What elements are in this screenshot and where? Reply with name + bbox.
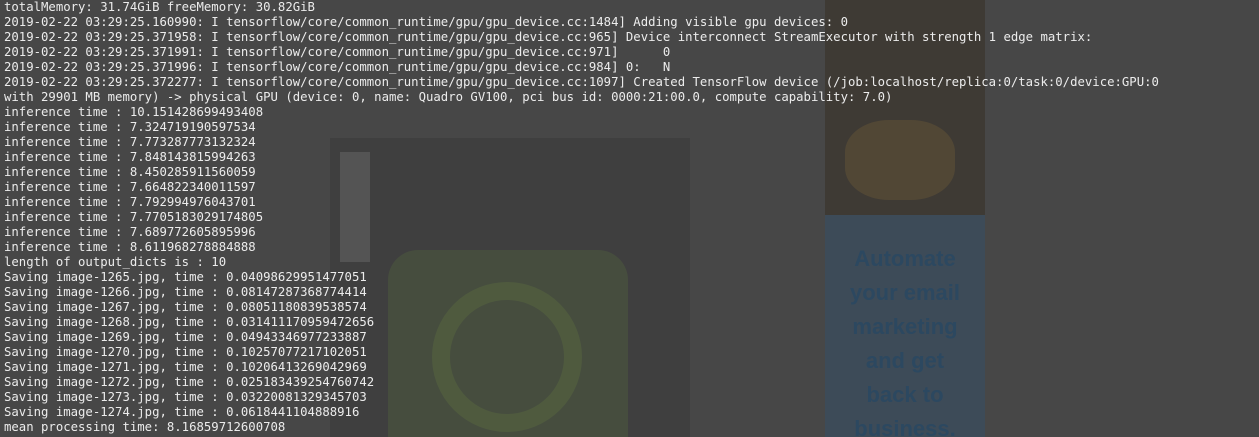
terminal-line: inference time : 7.7705183029174805 <box>4 210 264 224</box>
terminal-line: 2019-02-22 03:29:25.372277: I tensorflow… <box>4 75 1159 89</box>
terminal-line: length of output_dicts is : 10 <box>4 255 227 269</box>
terminal-line: 2019-02-22 03:29:25.371991: I tensorflow… <box>4 45 671 59</box>
terminal-line: Saving image-1271.jpg, time : 0.10206413… <box>4 360 367 374</box>
terminal-line: with 29901 MB memory) -> physical GPU (d… <box>4 90 893 104</box>
terminal-window[interactable]: Automate your email marketing and get ba… <box>0 0 1259 437</box>
terminal-line: inference time : 7.848143815994263 <box>4 150 256 164</box>
terminal-line: Saving image-1270.jpg, time : 0.10257077… <box>4 345 367 359</box>
terminal-line: Saving image-1272.jpg, time : 0.02518343… <box>4 375 375 389</box>
terminal-line: 2019-02-22 03:29:25.160990: I tensorflow… <box>4 15 848 29</box>
terminal-line: Saving image-1265.jpg, time : 0.04098629… <box>4 270 367 284</box>
terminal-line: inference time : 8.611968278884888 <box>4 240 256 254</box>
terminal-line: mean processing time: 8.16859712600708 <box>4 420 286 434</box>
terminal-line: 2019-02-22 03:29:25.371958: I tensorflow… <box>4 30 1093 44</box>
terminal-line: inference time : 7.324719190597534 <box>4 120 256 134</box>
terminal-line: Saving image-1268.jpg, time : 0.03141117… <box>4 315 375 329</box>
terminal-line: inference time : 7.792994976043701 <box>4 195 256 209</box>
terminal-line: inference time : 8.450285911560059 <box>4 165 256 179</box>
terminal-line: inference time : 7.664822340011597 <box>4 180 256 194</box>
terminal-line: Saving image-1274.jpg, time : 0.06184411… <box>4 405 360 419</box>
terminal-line: Saving image-1269.jpg, time : 0.04943346… <box>4 330 367 344</box>
terminal-line: inference time : 7.773287773132324 <box>4 135 256 149</box>
terminal-line: Saving image-1267.jpg, time : 0.08051180… <box>4 300 367 314</box>
terminal-line: Saving image-1266.jpg, time : 0.08147287… <box>4 285 367 299</box>
terminal-line: inference time : 10.151428699493408 <box>4 105 264 119</box>
terminal-line: Saving image-1273.jpg, time : 0.03220081… <box>4 390 367 404</box>
terminal-line: totalMemory: 31.74GiB freeMemory: 30.82G… <box>4 0 315 14</box>
terminal-line: 2019-02-22 03:29:25.371996: I tensorflow… <box>4 60 671 74</box>
terminal-line: inference time : 7.689772605895996 <box>4 225 256 239</box>
terminal-output[interactable]: totalMemory: 31.74GiB freeMemory: 30.82G… <box>4 0 1259 435</box>
